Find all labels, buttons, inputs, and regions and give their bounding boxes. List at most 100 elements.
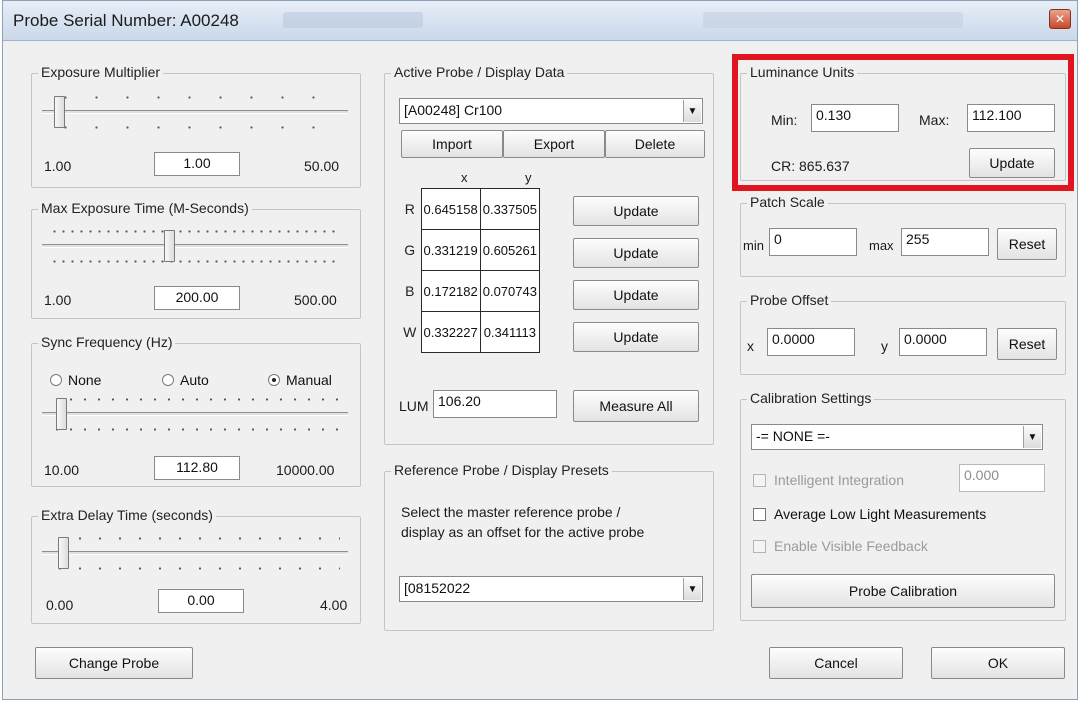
sync-frequency-group: Sync Frequency (Hz) None Auto Manual 10.…: [31, 334, 361, 487]
row-label: G: [404, 242, 416, 258]
table-cell-y: 0.337505: [479, 188, 540, 230]
intelligent-integration-checkbox[interactable]: Intelligent Integration: [753, 472, 904, 488]
lum-input[interactable]: 106.20: [433, 390, 557, 418]
group-title: Probe Offset: [747, 292, 832, 308]
max-exposure-min: 1.00: [44, 292, 72, 308]
slider-thumb[interactable]: [56, 398, 67, 430]
update-g-button[interactable]: Update: [573, 238, 699, 268]
slider-thumb[interactable]: [58, 537, 69, 569]
chevron-down-icon[interactable]: ▼: [683, 100, 701, 122]
active-probe-group: Active Probe / Display Data [A00248] Cr1…: [384, 64, 714, 445]
calibration-settings-group: Calibration Settings -= NONE =- ▼ Intell…: [740, 390, 1066, 621]
offset-x-input[interactable]: 0.0000: [767, 328, 855, 356]
ok-button[interactable]: OK: [931, 647, 1065, 679]
extra-delay-max: 4.00: [320, 597, 348, 613]
exposure-multiplier-slider[interactable]: [42, 90, 348, 134]
table-cell-y: 0.070743: [479, 270, 540, 312]
table-row: B 0.172182 0.070743: [399, 270, 540, 312]
table-row: W 0.332227 0.341113: [399, 311, 540, 353]
table-cell-x: 0.172182: [420, 270, 481, 312]
max-exposure-group: Max Exposure Time (M-Seconds) 1.00 200.0…: [31, 200, 361, 319]
blurred-title-region: [703, 12, 963, 28]
group-title: Exposure Multiplier: [38, 64, 164, 80]
reference-probe-group: Reference Probe / Display Presets Select…: [384, 462, 714, 631]
probe-settings-dialog: Probe Serial Number: A00248 ✕ Exposure M…: [2, 0, 1078, 700]
max-exposure-max: 500.00: [294, 292, 337, 308]
offset-y-input[interactable]: 0.0000: [899, 328, 987, 356]
column-header-x: x: [461, 170, 468, 185]
change-probe-button[interactable]: Change Probe: [35, 647, 193, 679]
exposure-multiplier-group: Exposure Multiplier 1.00 1.00 50.00: [31, 64, 361, 188]
sync-radio-auto[interactable]: Auto: [162, 372, 209, 388]
update-r-button[interactable]: Update: [573, 196, 699, 226]
extra-delay-min: 0.00: [46, 597, 74, 613]
table-row: R 0.645158 0.337505: [399, 188, 540, 230]
checkbox-icon: [753, 539, 766, 553]
radio-icon: [162, 374, 174, 386]
column-header-y: y: [525, 170, 532, 185]
sync-frequency-slider[interactable]: [42, 392, 348, 436]
extra-delay-input[interactable]: 0.00: [158, 589, 244, 613]
radio-icon: [50, 374, 62, 386]
group-title: Sync Frequency (Hz): [38, 334, 176, 350]
row-label: W: [403, 324, 417, 340]
exposure-multiplier-max: 50.00: [304, 158, 340, 174]
active-probe-select[interactable]: [A00248] Cr100 ▼: [399, 98, 703, 124]
average-low-light-checkbox[interactable]: Average Low Light Measurements: [753, 506, 986, 522]
chromaticity-table: R 0.645158 0.337505 G 0.331219 0.605261 …: [399, 188, 540, 353]
max-exposure-input[interactable]: 200.00: [154, 286, 240, 310]
group-title: Active Probe / Display Data: [391, 64, 568, 80]
visible-feedback-checkbox[interactable]: Enable Visible Feedback: [753, 538, 928, 554]
patch-max-input[interactable]: 255: [901, 228, 989, 256]
sync-frequency-input[interactable]: 112.80: [154, 456, 240, 480]
group-title: Reference Probe / Display Presets: [391, 462, 612, 478]
patch-scale-group: Patch Scale min 0 max 255 Reset: [740, 194, 1066, 277]
row-label: B: [405, 283, 415, 299]
update-b-button[interactable]: Update: [573, 280, 699, 310]
slider-thumb[interactable]: [54, 96, 65, 128]
extra-delay-group: Extra Delay Time (seconds) 0.00 0.00 4.0…: [31, 507, 361, 624]
highlight-annotation-box: [732, 54, 1074, 191]
checkbox-icon: [753, 507, 766, 521]
max-exposure-slider[interactable]: [42, 224, 348, 268]
blurred-title-region: [283, 12, 423, 28]
table-cell-y: 0.605261: [479, 229, 540, 271]
extra-delay-slider[interactable]: [42, 531, 348, 575]
table-row: G 0.331219 0.605261: [399, 229, 540, 271]
sync-frequency-max: 10000.00: [276, 462, 335, 478]
title-bar: Probe Serial Number: A00248 ✕: [3, 1, 1077, 41]
table-cell-y: 0.341113: [479, 311, 540, 353]
patch-reset-button[interactable]: Reset: [997, 228, 1057, 260]
update-w-button[interactable]: Update: [573, 322, 699, 352]
cancel-button[interactable]: Cancel: [769, 647, 903, 679]
table-cell-x: 0.645158: [420, 188, 481, 230]
group-title: Patch Scale: [747, 194, 828, 210]
export-button[interactable]: Export: [503, 130, 605, 158]
reference-probe-select[interactable]: [08152022 ▼: [399, 576, 703, 602]
calibration-select[interactable]: -= NONE =- ▼: [751, 424, 1043, 450]
patch-min-input[interactable]: 0: [769, 228, 857, 256]
intelligent-integration-input[interactable]: 0.000: [959, 464, 1045, 492]
window-title: Probe Serial Number: A00248: [13, 11, 239, 30]
measure-all-button[interactable]: Measure All: [573, 390, 699, 422]
delete-button[interactable]: Delete: [605, 130, 705, 158]
exposure-multiplier-input[interactable]: 1.00: [154, 152, 240, 176]
table-cell-x: 0.331219: [420, 229, 481, 271]
chevron-down-icon[interactable]: ▼: [683, 578, 701, 600]
group-title: Extra Delay Time (seconds): [38, 507, 216, 523]
probe-calibration-button[interactable]: Probe Calibration: [751, 574, 1055, 608]
chevron-down-icon[interactable]: ▼: [1023, 426, 1041, 448]
slider-thumb[interactable]: [164, 230, 175, 262]
offset-reset-button[interactable]: Reset: [997, 328, 1057, 360]
sync-radio-manual[interactable]: Manual: [268, 372, 332, 388]
group-title: Max Exposure Time (M-Seconds): [38, 200, 252, 216]
radio-selected-icon: [268, 374, 280, 386]
probe-offset-group: Probe Offset x 0.0000 y 0.0000 Reset: [740, 292, 1066, 375]
row-label: R: [404, 201, 415, 217]
reference-description-line1: Select the master reference probe /: [401, 504, 621, 520]
table-cell-x: 0.332227: [420, 311, 481, 353]
group-title: Calibration Settings: [747, 390, 875, 406]
sync-radio-none[interactable]: None: [50, 372, 101, 388]
import-button[interactable]: Import: [401, 130, 503, 158]
close-icon[interactable]: ✕: [1049, 9, 1071, 29]
